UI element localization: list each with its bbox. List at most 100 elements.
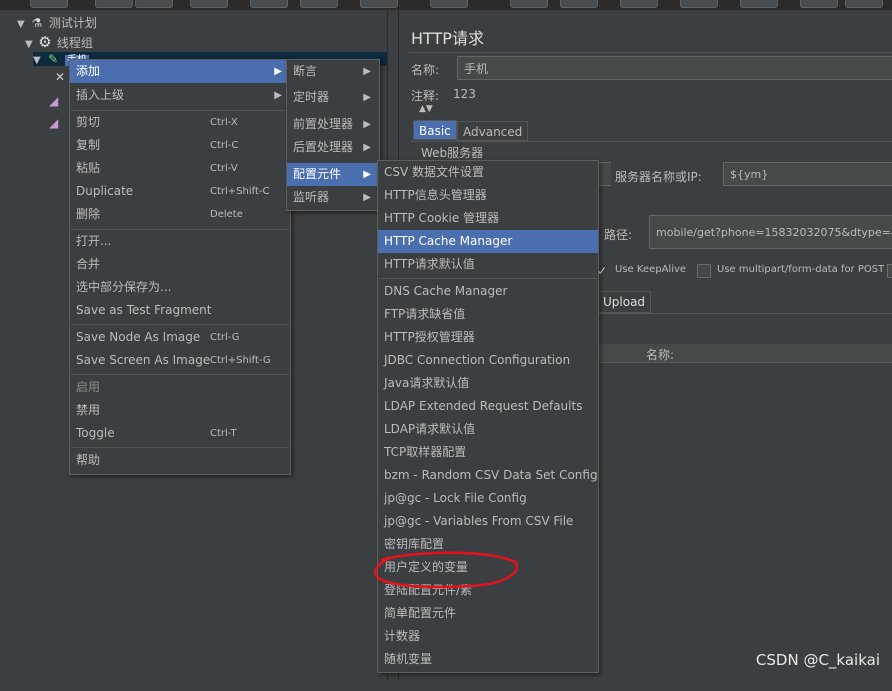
toolbar-button[interactable] xyxy=(740,0,778,8)
toolbar-button[interactable] xyxy=(510,0,548,8)
menu-item-config-elements[interactable]: 配置元件 ▶ xyxy=(287,163,379,186)
toolbar-button[interactable] xyxy=(360,0,398,8)
menu-item-ftp-defaults[interactable]: FTP请求缺省值 xyxy=(378,303,598,326)
menu-item-ldap-defaults[interactable]: LDAP请求默认值 xyxy=(378,418,598,441)
pipette-icon: ✎ xyxy=(47,52,59,66)
menu-item-preprocessors[interactable]: 前置处理器 ▶ xyxy=(287,113,379,136)
toolbar-button[interactable] xyxy=(620,0,658,8)
comment-value[interactable]: 123 xyxy=(453,87,476,101)
menu-item-simple-config[interactable]: 简单配置元件 xyxy=(378,602,598,625)
toolbar-button[interactable] xyxy=(135,0,173,8)
config-elements-submenu: CSV 数据文件设置 HTTP信息头管理器 HTTP Cookie 管理器 HT… xyxy=(377,160,599,673)
menu-item-http-defaults[interactable]: HTTP请求默认值 xyxy=(378,253,598,276)
menu-item-insert-parent[interactable]: 插入上级 ▶ xyxy=(70,84,290,107)
watermark: CSDN @C_kaikai xyxy=(755,651,880,669)
multipart-checkbox[interactable] xyxy=(697,263,711,278)
menu-item-add[interactable]: 添加 ▶ xyxy=(70,60,290,83)
toolbar-button[interactable] xyxy=(30,0,68,8)
submenu-arrow-icon: ▶ xyxy=(274,90,282,101)
menu-item-cookie-manager[interactable]: HTTP Cookie 管理器 xyxy=(378,207,598,230)
expand-toggle-icon[interactable]: ▼ xyxy=(33,54,45,66)
web-server-group-label: Web服务器 xyxy=(421,146,484,160)
menu-item-delete[interactable]: 删除 Delete xyxy=(70,203,290,226)
toolbar-button[interactable] xyxy=(250,0,288,8)
menu-item-ldap-extended[interactable]: LDAP Extended Request Defaults xyxy=(378,395,598,418)
menu-separator xyxy=(71,324,289,325)
menu-separator xyxy=(71,447,289,448)
tab-advanced[interactable]: Advanced xyxy=(457,121,529,141)
server-label: 服务器名称或IP: xyxy=(615,170,702,184)
menu-item-header-manager[interactable]: HTTP信息头管理器 xyxy=(378,184,598,207)
annotation-ellipse xyxy=(374,551,519,589)
menu-item-toggle[interactable]: Toggle Ctrl-T xyxy=(70,422,290,445)
menu-item-merge[interactable]: 合并 xyxy=(70,253,290,276)
menu-item-random-csv[interactable]: bzm - Random CSV Data Set Config xyxy=(378,464,598,487)
tab-basic[interactable]: Basic xyxy=(413,120,457,140)
menu-item-vars-from-csv[interactable]: jp@gc - Variables From CSV File xyxy=(378,510,598,533)
menu-item-lock-file[interactable]: jp@gc - Lock File Config xyxy=(378,487,598,510)
toolbar-button[interactable] xyxy=(95,0,133,8)
menu-item-duplicate[interactable]: Duplicate Ctrl+Shift-C xyxy=(70,180,290,203)
menu-item-listeners[interactable]: 监听器 ▶ xyxy=(287,186,379,209)
path-input[interactable]: mobile/get?phone=15832032075&dtype=& xyxy=(649,215,892,249)
menu-item-disable[interactable]: 禁用 xyxy=(70,399,290,422)
menu-item-copy[interactable]: 复制 Ctrl-C xyxy=(70,134,290,157)
toolbar-button[interactable] xyxy=(800,0,838,8)
gear-icon: ⚙ xyxy=(38,33,52,51)
toolbar-button[interactable] xyxy=(430,0,468,8)
toolbar-button[interactable] xyxy=(190,0,228,8)
menu-item-save-node-image[interactable]: Save Node As Image Ctrl-G xyxy=(70,326,290,349)
parameters-table-body xyxy=(599,365,892,691)
context-menu: 添加 ▶ 插入上级 ▶ 剪切 Ctrl-X 复制 Ctrl-C 粘贴 Ctrl-V Dup… xyxy=(69,59,291,475)
name-input[interactable]: 手机 xyxy=(457,56,892,80)
menu-item-timers[interactable]: 定时器 ▶ xyxy=(287,86,379,109)
add-submenu: 断言 ▶ 定时器 ▶ 前置处理器 ▶ 后置处理器 ▶ 配置元件 ▶ 监听器 ▶ xyxy=(286,59,380,211)
menu-item-csv-data-set[interactable]: CSV 数据文件设置 xyxy=(378,161,598,184)
flask-icon: ⚗ xyxy=(31,16,43,30)
submenu-arrow-icon: ▶ xyxy=(363,169,371,180)
menu-item-cut[interactable]: 剪切 Ctrl-X xyxy=(70,111,290,134)
menu-item-postprocessors[interactable]: 后置处理器 ▶ xyxy=(287,136,379,159)
menu-item-cache-manager[interactable]: HTTP Cache Manager xyxy=(378,230,598,253)
expand-toggle-icon[interactable]: ▼ xyxy=(17,16,29,34)
divider xyxy=(411,141,892,142)
browser-headers-checkbox[interactable] xyxy=(887,263,892,278)
collapse-arrows-icon[interactable]: ▲▼ xyxy=(419,104,433,114)
checkbox-unchecked-icon[interactable] xyxy=(887,263,892,278)
menu-item-paste[interactable]: 粘贴 Ctrl-V xyxy=(70,157,290,180)
divider xyxy=(409,52,892,53)
menu-item-help[interactable]: 帮助 xyxy=(70,449,290,472)
menu-item-enable[interactable]: 启用 xyxy=(70,376,290,399)
tree-node-thread-group[interactable]: ▼ ⚙ 线程组 xyxy=(25,33,93,51)
toolbar-button[interactable] xyxy=(845,0,883,8)
menu-item-random-variable[interactable]: 随机变量 xyxy=(378,648,598,671)
menu-item-jdbc-config[interactable]: JDBC Connection Configuration xyxy=(378,349,598,372)
menu-separator xyxy=(71,374,289,375)
menu-item-open[interactable]: 打开... xyxy=(70,230,290,253)
submenu-arrow-icon: ▶ xyxy=(363,192,371,203)
tab-files-upload[interactable]: Upload xyxy=(597,291,652,313)
checkbox-unchecked-icon[interactable] xyxy=(697,263,711,278)
listener-chart-icon: ◢ xyxy=(49,94,59,108)
menu-item-java-defaults[interactable]: Java请求默认值 xyxy=(378,372,598,395)
menu-item-dns-cache[interactable]: DNS Cache Manager xyxy=(378,280,598,303)
submenu-arrow-icon: ▶ xyxy=(363,92,371,103)
toolbar-button[interactable] xyxy=(680,0,718,8)
menu-item-save-selection[interactable]: 选中部分保存为... xyxy=(70,276,290,299)
name-column-header: 名称: xyxy=(646,348,675,362)
menu-item-counter[interactable]: 计数器 xyxy=(378,625,598,648)
toolbar-button[interactable] xyxy=(560,0,598,8)
server-input[interactable]: ${ym} xyxy=(723,162,892,186)
submenu-arrow-icon: ▶ xyxy=(363,142,371,153)
menu-item-tcp-config[interactable]: TCP取样器配置 xyxy=(378,441,598,464)
menu-item-save-as-fragment[interactable]: Save as Test Fragment xyxy=(70,299,290,322)
submenu-arrow-icon: ▶ xyxy=(363,66,371,77)
comment-label: 注释: xyxy=(411,89,440,103)
page-title: HTTP请求 xyxy=(411,29,484,48)
toolbar-button[interactable] xyxy=(300,0,338,8)
menu-item-assertions[interactable]: 断言 ▶ xyxy=(287,60,379,83)
tree-node-test-plan[interactable]: ▼ ⚗ 测试计划 xyxy=(17,14,97,32)
menu-item-auth-manager[interactable]: HTTP授权管理器 xyxy=(378,326,598,349)
submenu-arrow-icon: ▶ xyxy=(363,119,371,130)
menu-item-save-screen-image[interactable]: Save Screen As Image Ctrl+Shift-G xyxy=(70,349,290,372)
